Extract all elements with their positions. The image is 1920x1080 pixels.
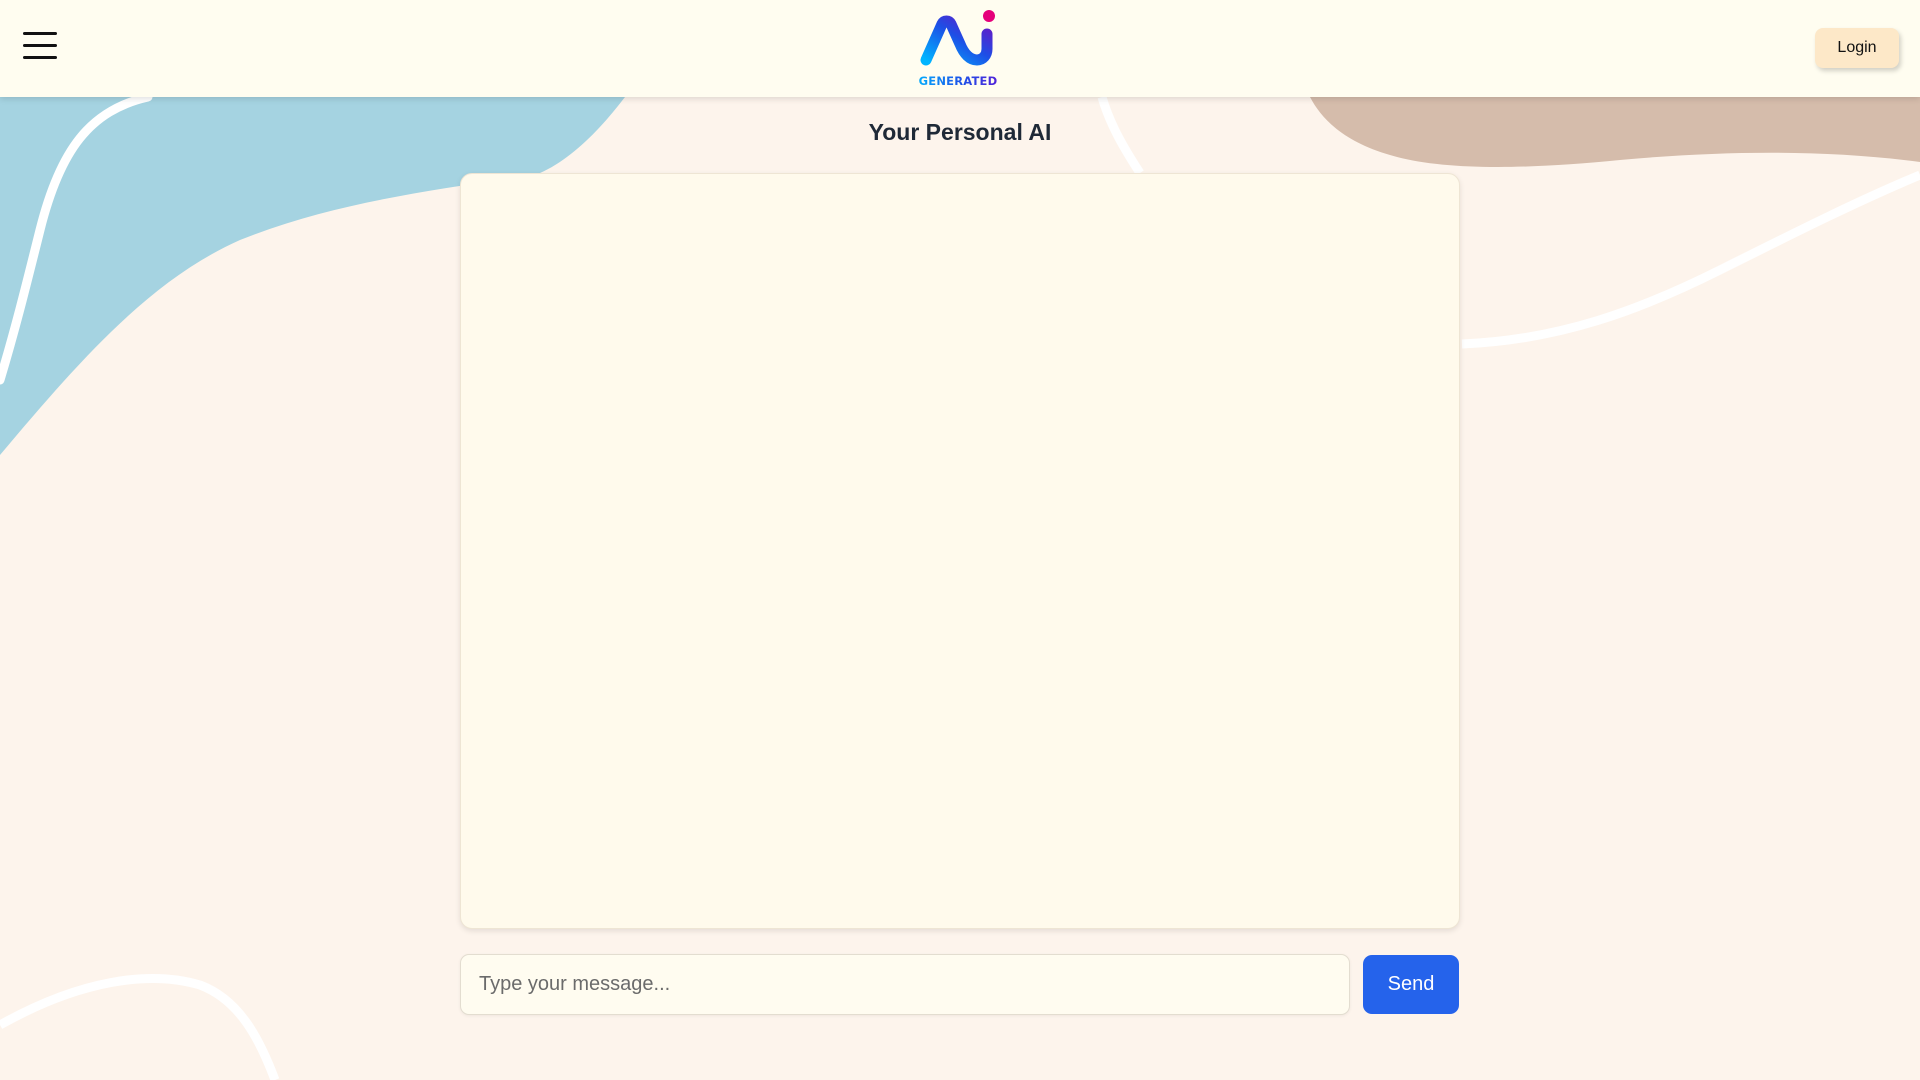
message-input[interactable] [460,954,1350,1015]
hamburger-menu-icon[interactable] [20,28,60,64]
white-curve-bottom [0,974,280,1080]
white-curve-right [1461,170,1920,349]
message-composer: Send [460,954,1460,1015]
ai-generated-logo[interactable]: GENERATED [912,8,1004,92]
logo-mark-icon [920,10,995,66]
chat-messages-area[interactable] [460,173,1460,929]
logo-text: GENERATED [912,74,1004,88]
login-button[interactable]: Login [1815,28,1899,68]
page-title: Your Personal AI [868,119,1052,145]
app-page: GENERATED Login Your Personal AI Send [0,0,1920,1080]
send-button[interactable]: Send [1363,955,1459,1014]
top-header: GENERATED Login [0,0,1920,97]
